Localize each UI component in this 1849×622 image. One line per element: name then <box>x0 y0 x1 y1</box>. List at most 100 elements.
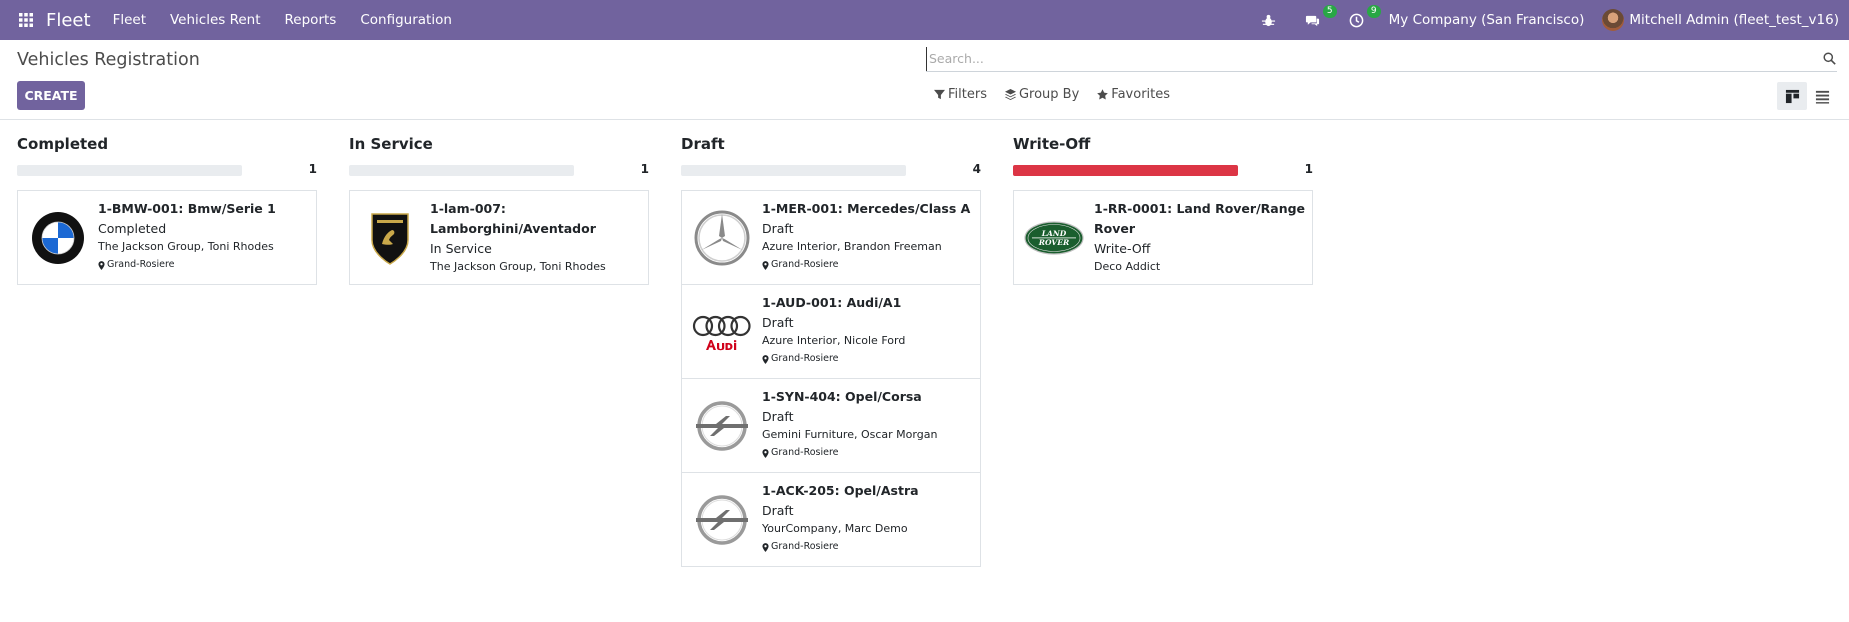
opel-logo <box>692 396 752 456</box>
lamborghini-logo <box>360 208 420 268</box>
progress-bar[interactable] <box>349 165 574 176</box>
filters-label: Filters <box>948 87 987 102</box>
progress-bar-fill <box>1013 165 1238 176</box>
debug-bug-icon[interactable] <box>1257 8 1281 32</box>
progress-bar[interactable] <box>17 165 242 176</box>
search-icon[interactable] <box>1821 51 1837 67</box>
card-owner: Gemini Furniture, Oscar Morgan <box>762 428 938 441</box>
activities-count-badge: 9 <box>1366 5 1381 18</box>
filter-funnel-icon <box>934 89 945 100</box>
view-switcher <box>1777 82 1837 110</box>
apps-menu-icon[interactable] <box>6 0 46 40</box>
card-state: In Service <box>430 241 492 256</box>
menu-fleet[interactable]: Fleet <box>113 12 146 28</box>
vehicle-card[interactable]: 1-ACK-205: Opel/Astra Draft YourCompany,… <box>681 472 981 567</box>
card-title-line-2: Lamborghini/Aventador <box>430 221 596 236</box>
map-marker-icon <box>98 260 105 270</box>
card-title: 1-AUD-001: Audi/A1 <box>762 295 902 310</box>
card-title: 1-SYN-404: Opel/Corsa <box>762 389 922 404</box>
control-panel: Vehicles Registration CREATE Filters Gro… <box>0 40 1849 120</box>
vehicle-card[interactable]: 1-MER-001: Mercedes/Class A Draft Azure … <box>681 190 981 285</box>
card-title: 1-ACK-205: Opel/Astra <box>762 483 919 498</box>
card-owner: Azure Interior, Brandon Freeman <box>762 240 942 253</box>
card-location: Grand-Rosiere <box>98 256 310 274</box>
mercedes-logo <box>692 208 752 268</box>
top-navbar: Fleet Fleet Vehicles Rent Reports Config… <box>0 0 1849 40</box>
svg-text:LAND: LAND <box>1041 229 1067 238</box>
navbar-systray: 5 9 My Company (San Francisco) Mitchell … <box>1257 0 1839 40</box>
card-location: Grand-Rosiere <box>762 444 974 462</box>
layers-icon <box>1004 89 1016 100</box>
kanban-view-icon <box>1785 89 1799 103</box>
location-text: Grand-Rosiere <box>771 541 839 552</box>
activities-clock-icon[interactable]: 9 <box>1345 5 1381 32</box>
favorites-toggle[interactable]: Favorites <box>1097 87 1170 102</box>
vehicle-card[interactable]: 1-lam-007: Lamborghini/Aventador In Serv… <box>349 190 649 285</box>
column-title: In Service <box>349 135 433 153</box>
location-text: Grand-Rosiere <box>771 447 839 458</box>
card-location: Grand-Rosiere <box>762 350 974 368</box>
card-title: 1-MER-001: Mercedes/Class A <box>762 201 971 216</box>
card-state: Write-Off <box>1094 241 1151 256</box>
svg-text:ROVER: ROVER <box>1038 238 1069 247</box>
column-progress[interactable]: 1 <box>349 162 649 176</box>
column-title: Completed <box>17 135 109 153</box>
filters-toggle[interactable]: Filters <box>934 87 987 102</box>
land-rover-logo: LAND ROVER <box>1024 208 1084 268</box>
kanban-column-draft: Draft 4 1-MER-001: Mercedes/Class A Draf… <box>681 135 981 567</box>
page-title: Vehicles Registration <box>17 50 200 70</box>
card-owner: Deco Addict <box>1094 260 1161 273</box>
group-by-toggle[interactable]: Group By <box>1004 87 1080 102</box>
map-marker-icon <box>762 260 769 270</box>
create-button[interactable]: CREATE <box>17 81 85 110</box>
bmw-logo <box>28 208 88 268</box>
column-count: 4 <box>972 162 981 176</box>
column-progress[interactable]: 1 <box>17 162 317 176</box>
favorites-label: Favorites <box>1111 87 1171 102</box>
app-brand[interactable]: Fleet <box>46 10 91 31</box>
menu-configuration[interactable]: Configuration <box>360 12 452 28</box>
location-text: Grand-Rosiere <box>771 353 839 364</box>
card-title-line-2: Rover <box>1094 221 1136 236</box>
group-by-label: Group By <box>1018 87 1080 102</box>
menu-reports[interactable]: Reports <box>285 12 337 28</box>
map-marker-icon <box>762 448 769 458</box>
card-state: Draft <box>762 503 794 518</box>
vehicle-card[interactable]: 1-BMW-001: Bmw/Serie 1 Completed The Jac… <box>17 190 317 285</box>
avatar <box>1602 9 1625 31</box>
card-location: Grand-Rosiere <box>762 538 974 556</box>
search-input[interactable] <box>926 46 1821 71</box>
card-state: Completed <box>98 221 167 236</box>
company-switcher[interactable]: My Company (San Francisco) <box>1389 12 1585 28</box>
card-title: 1-BMW-001: Bmw/Serie 1 <box>98 201 276 216</box>
location-text: Grand-Rosiere <box>107 259 175 270</box>
location-text: Grand-Rosiere <box>771 259 839 270</box>
kanban-board: Completed 1 1-BMW-001: Bmw/Serie 1 Compl… <box>0 121 1849 622</box>
menu-vehicles-rent[interactable]: Vehicles Rent <box>170 12 261 28</box>
card-title-line-1: 1-RR-0001: Land Rover/Range <box>1094 201 1306 216</box>
column-progress[interactable]: 1 <box>1013 162 1313 176</box>
card-owner: YourCompany, Marc Demo <box>762 522 908 535</box>
kanban-column-completed: Completed 1 1-BMW-001: Bmw/Serie 1 Compl… <box>17 135 317 285</box>
audi-logo <box>692 302 752 362</box>
user-menu[interactable]: Mitchell Admin (fleet_test_v16) <box>1602 9 1839 31</box>
map-marker-icon <box>762 354 769 364</box>
column-count: 1 <box>1304 162 1313 176</box>
vehicle-card[interactable]: 1-SYN-404: Opel/Corsa Draft Gemini Furni… <box>681 378 981 473</box>
card-state: Draft <box>762 315 794 330</box>
messages-icon[interactable]: 5 <box>1301 5 1337 32</box>
star-icon <box>1097 89 1109 100</box>
kanban-column-write-off: Write-Off 1 LAND ROVER 1-RR-0001: Land R… <box>1013 135 1313 285</box>
list-view-button[interactable] <box>1807 82 1837 110</box>
vehicle-card[interactable]: 1-AUD-001: Audi/A1 Draft Azure Interior,… <box>681 284 981 379</box>
vehicle-card[interactable]: LAND ROVER 1-RR-0001: Land Rover/Range R… <box>1013 190 1313 285</box>
column-progress[interactable]: 4 <box>681 162 981 176</box>
progress-bar[interactable] <box>1013 165 1238 176</box>
kanban-column-in-service: In Service 1 1-lam-007: Lamborghini/Aven… <box>349 135 649 285</box>
card-state: Draft <box>762 409 794 424</box>
column-count: 1 <box>308 162 317 176</box>
card-title-line-1: 1-lam-007: <box>430 201 506 216</box>
kanban-view-button[interactable] <box>1777 82 1807 110</box>
progress-bar[interactable] <box>681 165 906 176</box>
column-count: 1 <box>640 162 649 176</box>
